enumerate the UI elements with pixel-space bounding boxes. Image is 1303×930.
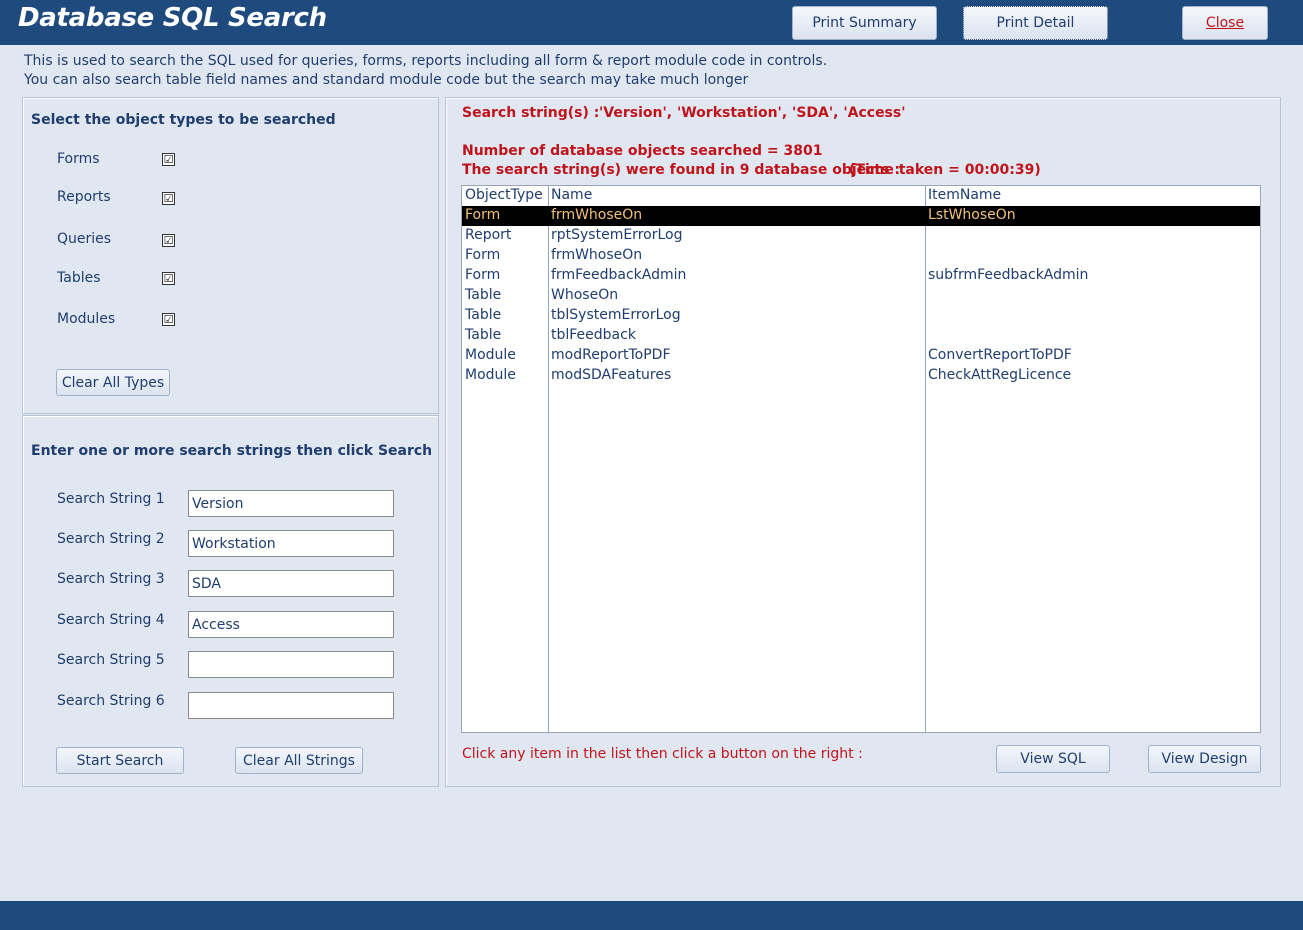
search-string-5-input[interactable] [188, 651, 394, 678]
search-string-3-input[interactable] [188, 570, 394, 597]
clear-all-types-button[interactable]: Clear All Types [56, 369, 170, 396]
result-type: Module [465, 367, 516, 383]
column-header-name: Name [551, 187, 593, 203]
result-item: LstWhoseOn [928, 207, 1016, 223]
result-item: ConvertReportToPDF [928, 347, 1072, 363]
close-button[interactable]: Close [1182, 6, 1268, 40]
footer-bar [0, 901, 1303, 930]
search-string-3-label: Search String 3 [57, 571, 165, 587]
search-string-4-input[interactable] [188, 611, 394, 638]
result-row[interactable]: Form frmFeedbackAdmin subfrmFeedbackAdmi… [462, 266, 1260, 286]
search-string-2-label: Search String 2 [57, 531, 165, 547]
search-string-1-input[interactable] [188, 490, 394, 517]
reports-label: Reports [57, 189, 111, 205]
print-detail-button[interactable]: Print Detail [963, 6, 1108, 40]
search-string-6-input[interactable] [188, 692, 394, 719]
search-string-2-input[interactable] [188, 530, 394, 557]
reports-checkbox[interactable]: ☑ [162, 192, 175, 205]
result-row[interactable]: Form frmWhoseOn LstWhoseOn [462, 206, 1260, 226]
result-type: Form [465, 247, 501, 263]
result-type: Form [465, 207, 501, 223]
results-listbox[interactable]: ObjectType Name ItemName Form frmWhoseOn… [461, 185, 1261, 733]
search-string-6-label: Search String 6 [57, 693, 165, 709]
result-row[interactable]: Report rptSystemErrorLog [462, 226, 1260, 246]
result-item: subfrmFeedbackAdmin [928, 267, 1089, 283]
result-name: frmFeedbackAdmin [551, 267, 687, 283]
result-name: modReportToPDF [551, 347, 671, 363]
start-search-button[interactable]: Start Search [56, 747, 184, 774]
description-line-1: This is used to search the SQL used for … [24, 53, 828, 69]
search-strings-summary-value: 'Version', 'Workstation', 'SDA', 'Access… [599, 105, 906, 121]
result-type: Module [465, 347, 516, 363]
modules-label: Modules [57, 311, 116, 327]
results-hint: Click any item in the list then click a … [462, 746, 863, 762]
search-strings-heading: Enter one or more search strings then cl… [31, 443, 433, 459]
result-type: Table [465, 287, 502, 303]
clear-all-strings-button[interactable]: Clear All Strings [235, 747, 363, 774]
result-name: frmWhoseOn [551, 247, 643, 263]
search-string-5-label: Search String 5 [57, 652, 165, 668]
result-type: Form [465, 267, 501, 283]
result-name: modSDAFeatures [551, 367, 672, 383]
result-name: tblFeedback [551, 327, 636, 343]
queries-label: Queries [57, 231, 112, 247]
result-type: Table [465, 307, 502, 323]
app-title: Database SQL Search [18, 3, 327, 33]
tables-checkbox[interactable]: ☑ [162, 272, 175, 285]
description-line-2: You can also search table field names an… [24, 72, 749, 88]
result-row[interactable]: Form frmWhoseOn [462, 246, 1260, 266]
print-summary-button[interactable]: Print Summary [792, 6, 937, 40]
tables-label: Tables [57, 270, 101, 286]
result-name: WhoseOn [551, 287, 619, 303]
search-string-1-label: Search String 1 [57, 491, 165, 507]
forms-label: Forms [57, 151, 100, 167]
search-strings-panel [22, 415, 439, 787]
result-type: Report [465, 227, 512, 243]
close-button-label: Close [1205, 15, 1245, 31]
view-sql-button[interactable]: View SQL [996, 745, 1110, 773]
search-strings-summary-label: Search string(s) : [462, 105, 600, 121]
result-row[interactable]: Table WhoseOn [462, 286, 1260, 306]
forms-checkbox[interactable]: ☑ [162, 153, 175, 166]
objects-searched-count: Number of database objects searched = 38… [462, 143, 823, 159]
result-row[interactable]: Table tblFeedback [462, 326, 1260, 346]
found-count-text: The search string(s) were found in 9 dat… [462, 162, 900, 178]
result-name: tblSystemErrorLog [551, 307, 681, 323]
object-types-panel [22, 97, 439, 414]
result-item: CheckAttRegLicence [928, 367, 1072, 383]
result-name: rptSystemErrorLog [551, 227, 683, 243]
result-row[interactable]: Module modReportToPDF ConvertReportToPDF [462, 346, 1260, 366]
view-design-button[interactable]: View Design [1148, 745, 1261, 773]
result-name: frmWhoseOn [551, 207, 643, 223]
queries-checkbox[interactable]: ☑ [162, 234, 175, 247]
result-row[interactable]: Table tblSystemErrorLog [462, 306, 1260, 326]
column-header-objecttype: ObjectType [465, 187, 543, 203]
modules-checkbox[interactable]: ☑ [162, 313, 175, 326]
time-taken: (Time taken = 00:00:39) [849, 162, 1041, 178]
results-header-row: ObjectType Name ItemName [462, 186, 1260, 206]
object-types-heading: Select the object types to be searched [31, 112, 336, 128]
search-string-4-label: Search String 4 [57, 612, 165, 628]
column-header-itemname: ItemName [928, 187, 1002, 203]
result-row[interactable]: Module modSDAFeatures CheckAttRegLicence [462, 366, 1260, 386]
result-type: Table [465, 327, 502, 343]
